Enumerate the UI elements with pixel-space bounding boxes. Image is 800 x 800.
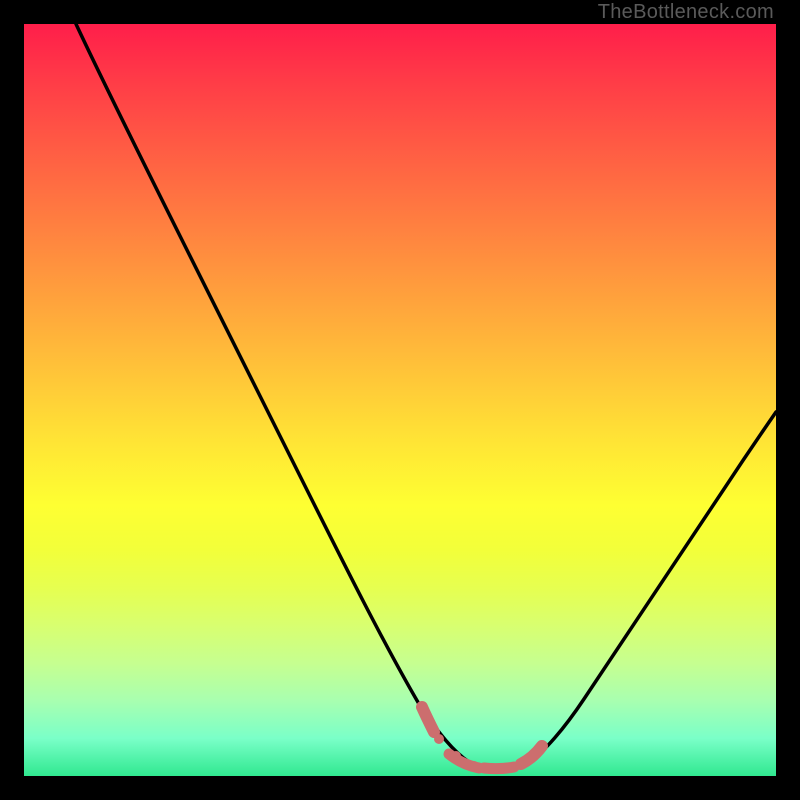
bottom-highlight-marks [422, 707, 542, 774]
chart-container: TheBottleneck.com [0, 0, 800, 800]
chart-curve-overlay [24, 24, 776, 776]
main-curve [76, 24, 776, 769]
watermark-text: TheBottleneck.com [598, 1, 774, 24]
